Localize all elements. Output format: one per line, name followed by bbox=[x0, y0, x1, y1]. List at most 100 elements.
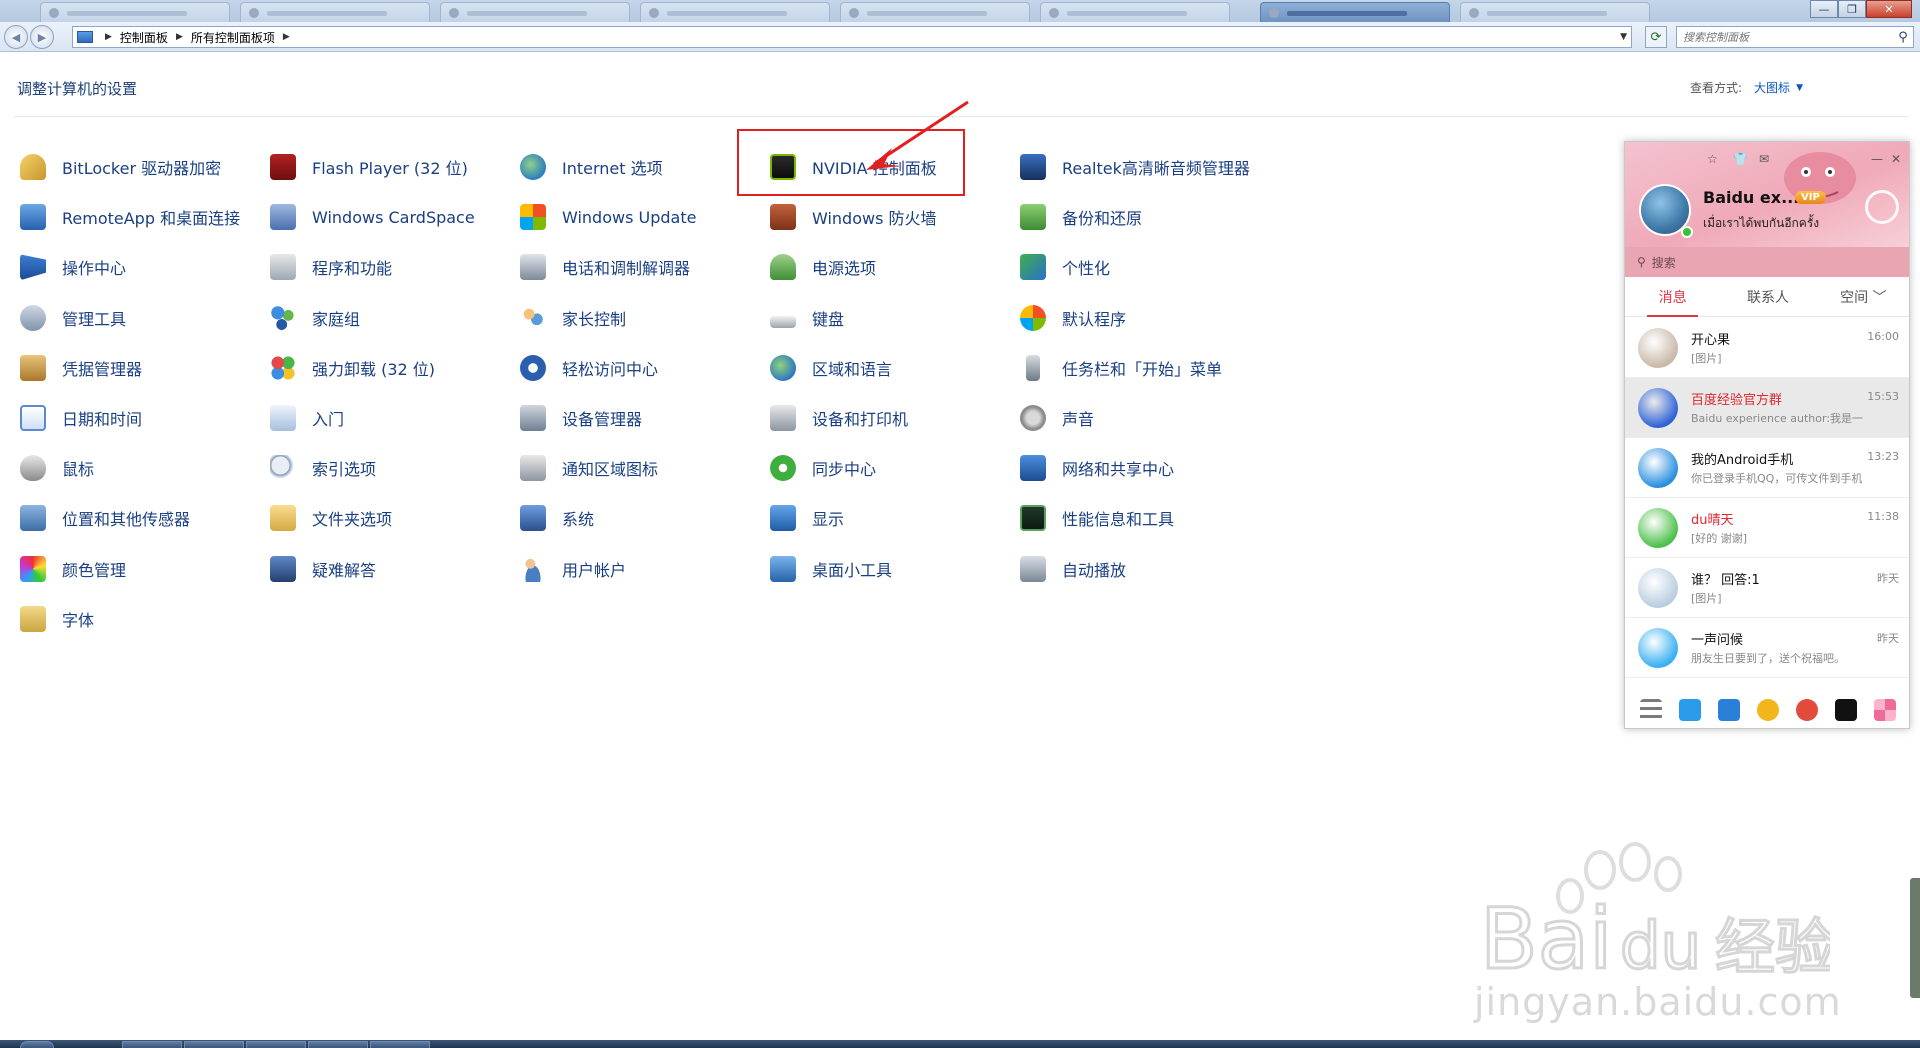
cp-item-credential-manager[interactable]: 凭据管理器 bbox=[18, 352, 142, 384]
list-item[interactable]: 一声问候 朋友生日要到了，送个祝福吧。 昨天 bbox=[1625, 618, 1909, 678]
background-tab[interactable] bbox=[1040, 2, 1230, 22]
avatar[interactable] bbox=[1638, 448, 1678, 488]
cp-item-desktop-gadgets[interactable]: 桌面小工具 bbox=[768, 553, 892, 585]
chevron-down-icon[interactable]: ▼ bbox=[1796, 83, 1803, 93]
cp-item-phone-modem[interactable]: 电话和调制解调器 bbox=[518, 251, 690, 283]
cp-item-sync-center[interactable]: 同步中心 bbox=[768, 452, 876, 484]
list-item[interactable]: 我的Android手机 你已登录手机QQ，可传文件到手机 13:23 bbox=[1625, 438, 1909, 498]
cp-item-mouse[interactable]: 鼠标 bbox=[18, 452, 94, 484]
qq-signature[interactable]: เมื่อเราได้พบกันอีกครั้ง bbox=[1703, 214, 1819, 233]
cp-item-remoteapp[interactable]: RemoteApp 和桌面连接 bbox=[18, 201, 240, 233]
active-tab[interactable] bbox=[1260, 2, 1450, 22]
taskbar-button[interactable] bbox=[122, 1041, 182, 1048]
apps-grid-icon[interactable] bbox=[1874, 699, 1897, 721]
taskbar-button[interactable] bbox=[184, 1041, 244, 1048]
background-tab[interactable] bbox=[840, 2, 1030, 22]
cp-item-display[interactable]: 显示 bbox=[768, 502, 844, 534]
cp-item-user-accounts[interactable]: 用户帐户 bbox=[518, 553, 626, 585]
cp-item-taskbar-start[interactable]: 任务栏和「开始」菜单 bbox=[1018, 352, 1222, 384]
background-tab[interactable] bbox=[1460, 2, 1650, 22]
weather-icon[interactable] bbox=[1865, 190, 1899, 224]
skin-icon[interactable]: 👕 bbox=[1733, 152, 1748, 166]
bag-icon[interactable] bbox=[1835, 699, 1858, 721]
avatar[interactable] bbox=[1638, 328, 1678, 368]
search-icon[interactable]: ⚲ bbox=[1893, 30, 1913, 45]
taskbar-button[interactable] bbox=[370, 1041, 430, 1048]
cp-item-keyboard[interactable]: 键盘 bbox=[768, 302, 844, 334]
menu-icon[interactable] bbox=[1639, 699, 1662, 721]
cp-item-indexing-options[interactable]: 索引选项 bbox=[268, 452, 376, 484]
qq-penguin-icon[interactable] bbox=[1796, 699, 1819, 721]
cp-item-realtek-audio[interactable]: Realtek高清晰音频管理器 bbox=[1018, 151, 1250, 183]
online-status-icon[interactable] bbox=[1681, 226, 1693, 238]
taskbar-button[interactable] bbox=[246, 1041, 306, 1048]
cp-item-admin-tools[interactable]: 管理工具 bbox=[18, 302, 126, 334]
cp-item-fonts[interactable]: 字体 bbox=[18, 603, 94, 635]
background-tab[interactable] bbox=[40, 2, 230, 22]
cp-item-notification-area[interactable]: 通知区域图标 bbox=[518, 452, 658, 484]
qq-close-icon[interactable]: ✕ bbox=[1891, 152, 1901, 166]
file-transfer-icon[interactable] bbox=[1717, 699, 1740, 721]
list-item[interactable]: 百度经验官方群 Baidu experience author:我是一 15:53 bbox=[1625, 378, 1909, 438]
qq-minimize-icon[interactable]: — bbox=[1871, 152, 1883, 166]
cp-item-ease-of-access[interactable]: 轻松访问中心 bbox=[518, 352, 658, 384]
view-by-dropdown[interactable]: 大图标 bbox=[1754, 79, 1790, 96]
cp-item-bitlocker[interactable]: BitLocker 驱动器加密 bbox=[18, 151, 221, 183]
list-item[interactable]: 谁？ 回答:1 [图片] 昨天 bbox=[1625, 558, 1909, 618]
cp-item-color-management[interactable]: 颜色管理 bbox=[18, 553, 126, 585]
list-item[interactable]: du晴天 [好的 谢谢] 11:38 bbox=[1625, 498, 1909, 558]
cp-item-power-options[interactable]: 电源选项 bbox=[768, 251, 876, 283]
cp-item-sound[interactable]: 声音 bbox=[1018, 402, 1094, 434]
add-friend-icon[interactable] bbox=[1678, 699, 1701, 721]
list-item[interactable]: 开心果 [图片] 16:00 bbox=[1625, 318, 1909, 378]
qq-search-bar[interactable]: ⚲ 搜索 bbox=[1625, 247, 1909, 277]
cp-item-default-programs[interactable]: 默认程序 bbox=[1018, 302, 1126, 334]
breadcrumb-all-items[interactable]: 所有控制面板项 bbox=[191, 29, 275, 46]
forward-button[interactable]: ▶ bbox=[30, 25, 54, 49]
cp-item-system[interactable]: 系统 bbox=[518, 502, 594, 534]
tab-qzone[interactable]: 空间 ﹀ bbox=[1816, 277, 1909, 316]
breadcrumb-control-panel[interactable]: 控制面板 bbox=[120, 29, 168, 46]
cp-item-cardspace[interactable]: Windows CardSpace bbox=[268, 201, 475, 233]
cp-item-performance[interactable]: 性能信息和工具 bbox=[1018, 502, 1174, 534]
cp-item-personalization[interactable]: 个性化 bbox=[1018, 251, 1110, 283]
back-button[interactable]: ◀ bbox=[4, 25, 28, 49]
refresh-button[interactable]: ⟳ bbox=[1645, 26, 1667, 48]
background-tab[interactable] bbox=[240, 2, 430, 22]
cp-item-autoplay[interactable]: 自动播放 bbox=[1018, 553, 1126, 585]
cp-item-folder-options[interactable]: 文件夹选项 bbox=[268, 502, 392, 534]
cp-item-windows-update[interactable]: Windows Update bbox=[518, 201, 696, 233]
taskbar-button[interactable] bbox=[308, 1041, 368, 1048]
tab-contacts[interactable]: 联系人 bbox=[1720, 277, 1815, 316]
cp-item-getting-started[interactable]: 入门 bbox=[268, 402, 344, 434]
restore-button[interactable]: ❐ bbox=[1838, 0, 1866, 18]
avatar[interactable] bbox=[1638, 388, 1678, 428]
cp-item-devices-printers[interactable]: 设备和打印机 bbox=[768, 402, 908, 434]
minimize-button[interactable]: — bbox=[1810, 0, 1838, 18]
avatar[interactable] bbox=[1638, 508, 1678, 548]
cp-item-location-sensors[interactable]: 位置和其他传感器 bbox=[18, 502, 190, 534]
cp-item-network-sharing[interactable]: 网络和共享中心 bbox=[1018, 452, 1174, 484]
mail-icon[interactable]: ✉ bbox=[1759, 152, 1769, 166]
avatar[interactable] bbox=[1638, 568, 1678, 608]
cp-item-backup-restore[interactable]: 备份和还原 bbox=[1018, 201, 1142, 233]
cp-item-action-center[interactable]: 操作中心 bbox=[18, 251, 126, 283]
qq-game-icon[interactable] bbox=[1756, 699, 1779, 721]
star-icon[interactable]: ☆ bbox=[1707, 152, 1718, 166]
cp-item-date-time[interactable]: 日期和时间 bbox=[18, 402, 142, 434]
qq-nickname[interactable]: Baidu ex... bbox=[1703, 188, 1799, 207]
address-dropdown-icon[interactable]: ▼ bbox=[1620, 32, 1627, 42]
background-tab[interactable] bbox=[440, 2, 630, 22]
cp-item-internet-options[interactable]: Internet 选项 bbox=[518, 151, 663, 183]
background-tab[interactable] bbox=[640, 2, 830, 22]
cp-item-flash-player[interactable]: Flash Player (32 位) bbox=[268, 151, 468, 183]
tab-messages[interactable]: 消息 bbox=[1625, 277, 1720, 317]
search-box[interactable]: ⚲ bbox=[1676, 26, 1914, 48]
cp-item-device-manager[interactable]: 设备管理器 bbox=[518, 402, 642, 434]
cp-item-homegroup[interactable]: 家庭组 bbox=[268, 302, 360, 334]
close-button[interactable]: ✕ bbox=[1866, 0, 1912, 18]
cp-item-parental-controls[interactable]: 家长控制 bbox=[518, 302, 626, 334]
start-button[interactable] bbox=[20, 1041, 54, 1048]
avatar[interactable] bbox=[1638, 628, 1678, 668]
cp-item-region-language[interactable]: 区域和语言 bbox=[768, 352, 892, 384]
